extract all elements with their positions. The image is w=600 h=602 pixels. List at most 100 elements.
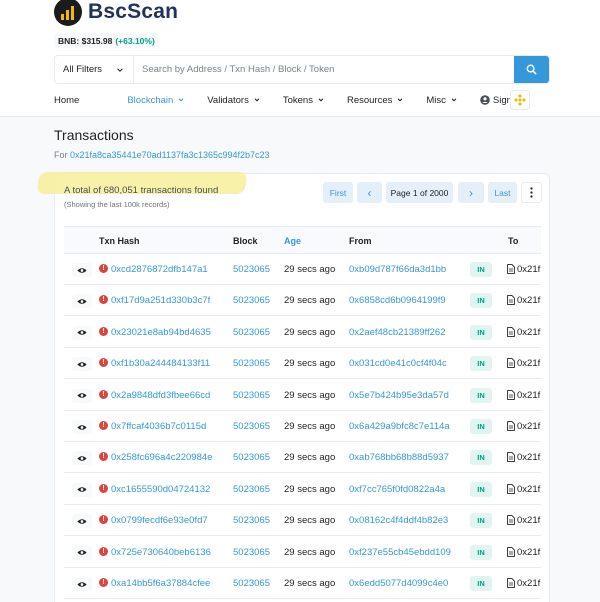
eye-icon[interactable] <box>72 577 92 591</box>
direction-badge: IN <box>470 576 492 591</box>
eye-icon[interactable] <box>72 388 92 403</box>
txn-hash-link[interactable]: 0x23021e8ab94bd4635 <box>111 327 219 338</box>
block-link[interactable]: 5023065 <box>233 264 270 275</box>
contract-file-icon <box>507 358 515 369</box>
error-icon: ! <box>99 358 108 368</box>
pagination-last-button[interactable]: Last <box>488 182 517 203</box>
chevron-down-icon <box>398 98 403 102</box>
chevron-right-icon: › <box>469 185 473 200</box>
nav-home-label: Home <box>54 94 80 106</box>
pagination-status: Page 1 of 2000 <box>386 182 453 203</box>
search-button[interactable] <box>514 56 549 83</box>
to-address: 0x21f <box>517 483 541 495</box>
chevron-down-icon <box>318 98 324 102</box>
block-link[interactable]: 5023065 <box>233 390 270 401</box>
from-address-link[interactable]: 0x2aef48cb21389ff262 <box>349 327 457 338</box>
block-link[interactable]: 5023065 <box>233 515 270 526</box>
main-nav: Home Blockchain Validators Tokens Resour… <box>54 89 522 111</box>
eye-icon[interactable] <box>72 420 92 434</box>
nav-blockchain[interactable]: Blockchain <box>127 95 185 106</box>
from-address-link[interactable]: 0x6edd5077d4099c4e0 <box>349 578 457 589</box>
table-row: ! 0x2a9848dfd3fbee66cd 5023065 29 secs ago 0… <box>64 380 541 411</box>
eye-icon[interactable] <box>72 545 92 560</box>
txn-hash-link[interactable]: 0x258fc696a4c220984e <box>111 452 219 463</box>
col-txn-hash: Txn Hash <box>99 236 140 246</box>
from-address-link[interactable]: 0x5e7b424b95e3da57d <box>349 390 457 401</box>
from-address-link[interactable]: 0x6a429a9bfc8c7e114a <box>349 421 457 432</box>
contract-file-icon <box>507 515 515 526</box>
nav-misc[interactable]: Misc <box>426 95 458 106</box>
to-address: 0x21f <box>517 515 541 527</box>
pagination-first-label: First <box>329 187 347 198</box>
eye-icon[interactable] <box>72 357 92 372</box>
for-prefix: For <box>54 150 68 160</box>
address-link[interactable]: 0x21fa8ca35441e70ad1137fa3c1365c994f2b7c… <box>70 150 270 160</box>
nav-resources-label: Resources <box>346 94 393 106</box>
bnb-price-change: (+63.10%) <box>115 35 155 46</box>
table-row: ! 0x725e730640beb6136 5023065 29 secs ago 0x… <box>64 537 541 568</box>
block-link[interactable]: 5023065 <box>233 547 270 558</box>
from-address-link[interactable]: 0xf237e55cb45ebdd109 <box>349 547 457 558</box>
from-address-link[interactable]: 0xab768bb68b88d5937 <box>349 452 457 463</box>
from-address-link[interactable]: 0xf7cc765f0fd0822a4a <box>349 484 457 495</box>
nav-resources[interactable]: Resources <box>347 95 404 106</box>
pagination-prev-button[interactable]: ‹ <box>357 182 382 203</box>
block-link[interactable]: 5023065 <box>233 484 270 495</box>
eye-icon[interactable] <box>72 451 92 466</box>
txn-age: 29 secs ago <box>284 452 336 464</box>
txn-hash-link[interactable]: 0xa14bb5f6a37884cfee <box>111 578 219 589</box>
contract-file-icon <box>507 546 515 557</box>
page-current: 1 <box>412 187 418 198</box>
table-row: ! 0xcd2876872dfb147a1 5023065 29 secs ago 0x… <box>64 254 541 285</box>
nav-validators[interactable]: Validators <box>207 95 261 106</box>
nav-home[interactable]: Home <box>54 95 79 106</box>
block-link[interactable]: 5023065 <box>233 358 270 369</box>
to-address: 0x21f <box>517 264 541 275</box>
from-address-link[interactable]: 0x031cd0e41c0cf4f04c <box>349 358 457 369</box>
eye-icon[interactable] <box>72 325 92 340</box>
pagination-first-button[interactable]: First <box>323 182 353 203</box>
error-icon: ! <box>99 452 108 462</box>
txn-hash-link[interactable]: 0x7ffcaf4036b7c0115d <box>111 421 219 432</box>
col-to: To <box>508 236 519 246</box>
brand-logo[interactable]: BscScan <box>54 0 178 30</box>
direction-badge: IN <box>470 324 492 340</box>
search-input[interactable] <box>134 56 514 83</box>
from-address-link[interactable]: 0x6858cd6b0964199f9 <box>349 295 457 306</box>
search-filter-select[interactable]: All Filters <box>55 56 134 83</box>
contract-file-icon <box>507 578 515 588</box>
more-options-button[interactable] <box>521 182 542 203</box>
contract-file-icon <box>507 421 515 431</box>
direction-badge: IN <box>470 419 492 434</box>
txn-hash-link[interactable]: 0x725e730640beb6136 <box>111 547 219 558</box>
txn-age: 29 secs ago <box>284 421 336 432</box>
txn-hash-link[interactable]: 0xc1655590d04724132 <box>111 484 219 495</box>
eye-icon[interactable] <box>72 294 92 309</box>
from-address-link[interactable]: 0xb09d787f66da3d1bb <box>349 264 457 275</box>
eye-icon[interactable] <box>72 514 92 529</box>
nav-tokens[interactable]: Tokens <box>283 95 325 106</box>
txn-hash-link[interactable]: 0x0799fecdf6e93e0fd7 <box>111 515 219 526</box>
bnb-icon <box>514 94 526 106</box>
block-link[interactable]: 5023065 <box>233 578 270 589</box>
block-link[interactable]: 5023065 <box>233 327 270 338</box>
to-address: 0x21f <box>517 358 541 370</box>
col-age-toggle[interactable]: Age <box>284 236 301 246</box>
bnb-network-button[interactable] <box>510 90 530 110</box>
txn-hash-link[interactable]: 0xf1b30a244484133f11 <box>111 358 219 369</box>
chevron-down-icon <box>178 98 184 102</box>
txn-hash-link[interactable]: 0xf17d9a251d330b3c7f <box>111 295 219 306</box>
direction-badge: IN <box>470 293 492 309</box>
page-of: of <box>419 187 428 198</box>
block-link[interactable]: 5023065 <box>233 452 270 463</box>
txn-hash-link[interactable]: 0x2a9848dfd3fbee66cd <box>111 390 219 401</box>
block-link[interactable]: 5023065 <box>233 421 270 432</box>
txn-hash-link[interactable]: 0xcd2876872dfb147a1 <box>111 264 219 275</box>
eye-icon[interactable] <box>72 482 92 497</box>
nav-misc-label: Misc <box>426 94 446 106</box>
block-link[interactable]: 5023065 <box>233 295 270 306</box>
eye-icon[interactable] <box>72 263 92 277</box>
address-line: For 0x21fa8ca35441e70ad1137fa3c1365c994f… <box>54 150 270 160</box>
pagination-next-button[interactable]: › <box>458 182 484 203</box>
from-address-link[interactable]: 0x08162c4f4ddf4b82e3 <box>349 515 457 526</box>
